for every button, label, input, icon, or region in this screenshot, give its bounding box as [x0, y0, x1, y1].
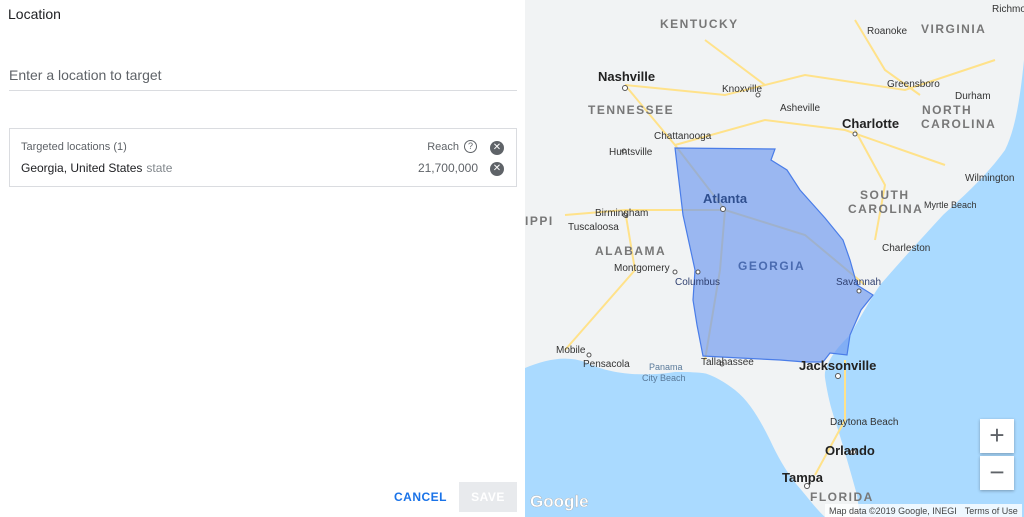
map-label: SOUTH [860, 188, 910, 202]
map-label: Tampa [782, 470, 824, 485]
remove-all-icon[interactable]: ✕ [490, 141, 504, 155]
map-label: VIRGINIA [921, 22, 986, 36]
map-label: Pensacola [583, 359, 630, 370]
map-label: Birmingham [595, 208, 648, 219]
map-view[interactable]: KENTUCKY VIRGINIA Richmo Roanoke Nashvil… [525, 0, 1024, 517]
map-label: Jacksonville [799, 358, 876, 373]
map-label: Mobile [556, 345, 586, 356]
reach-label: Reach [427, 141, 459, 153]
targeted-locations-box: Targeted locations (1) Reach ? ✕ Georgia… [9, 128, 517, 187]
map-label: Greensboro [887, 79, 940, 90]
map-attribution-bar: Map data ©2019 Google, INEGI Terms of Us… [825, 504, 1022, 517]
map-label: Myrtle Beach [924, 200, 977, 210]
map-label: CAROLINA [848, 202, 923, 216]
map-label: Roanoke [867, 26, 907, 37]
map-canvas[interactable]: KENTUCKY VIRGINIA Richmo Roanoke Nashvil… [525, 0, 1024, 517]
map-attribution: Map data ©2019 Google, INEGI [829, 505, 957, 516]
map-label: Charlotte [842, 116, 899, 131]
map-label: ALABAMA [595, 244, 666, 258]
map-label: Durham [955, 91, 991, 102]
map-label: KENTUCKY [660, 17, 739, 31]
location-reach: 21,700,000 [417, 161, 478, 175]
zoom-in-button[interactable]: + [980, 419, 1014, 453]
map-label: Columbus [675, 277, 720, 288]
location-search-input[interactable] [9, 60, 517, 91]
targeted-location-row: Georgia, United States state [21, 161, 172, 175]
map-label: GEORGIA [738, 259, 805, 273]
panel-title: Location [8, 6, 61, 22]
remove-location-icon[interactable]: ✕ [490, 162, 504, 176]
targeted-locations-header: Targeted locations (1) [21, 141, 127, 153]
save-button[interactable]: SAVE [459, 482, 517, 512]
map-label: Savannah [836, 277, 881, 288]
google-logo: Google [530, 492, 589, 511]
map-label: CAROLINA [921, 117, 996, 131]
map-label: NORTH [922, 103, 972, 117]
map-label: City Beach [642, 373, 686, 383]
map-label: Richmo [992, 4, 1024, 15]
map-label: Asheville [780, 103, 820, 114]
zoom-out-button[interactable]: − [980, 456, 1014, 490]
map-label: Knoxville [722, 84, 762, 95]
location-panel: Location Targeted locations (1) Reach ? … [0, 0, 525, 517]
map-label: Nashville [598, 69, 655, 84]
map-label: Huntsville [609, 147, 653, 158]
map-label: Panama [649, 362, 683, 372]
help-icon[interactable]: ? [464, 140, 477, 153]
map-label: Chattanooga [654, 131, 712, 142]
reach-label-text: Reach [427, 141, 459, 153]
map-label: Atlanta [703, 191, 748, 206]
terms-link[interactable]: Terms of Use [961, 506, 1022, 516]
location-name: Georgia, United States [21, 161, 143, 175]
map-label: Wilmington [965, 173, 1014, 184]
location-type: state [146, 161, 173, 175]
map-label: Charleston [882, 243, 930, 254]
cancel-button[interactable]: CANCEL [388, 484, 452, 510]
map-label: FLORIDA [810, 490, 874, 504]
map-label: Montgomery [614, 263, 670, 274]
map-label: Tallahassee [701, 357, 754, 368]
map-label: Daytona Beach [830, 417, 898, 428]
map-label: IPPI [525, 214, 554, 228]
map-label: TENNESSEE [588, 103, 674, 117]
map-label: Tuscaloosa [568, 222, 619, 233]
map-label: Orlando [825, 443, 875, 458]
